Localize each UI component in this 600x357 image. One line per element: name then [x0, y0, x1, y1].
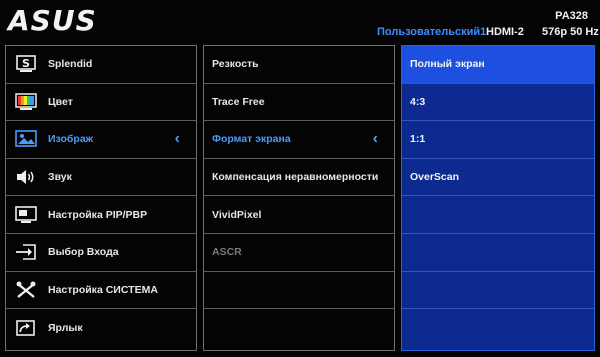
- image-icon: [15, 130, 37, 148]
- menu-item-sound[interactable]: Звук: [6, 159, 196, 197]
- menu-item-input-select[interactable]: Выбор Входа: [6, 234, 196, 272]
- option-empty-row: [402, 272, 594, 310]
- image-submenu: Резкость Trace Free Формат экрана ‹ Комп…: [203, 45, 395, 351]
- submenu-item-sharpness[interactable]: Резкость: [204, 46, 394, 84]
- submenu-item-label: Резкость: [212, 58, 259, 71]
- color-profile-label: Пользовательский1: [377, 26, 487, 38]
- option-label: OverScan: [410, 171, 460, 184]
- submenu-empty-row: [204, 272, 394, 310]
- option-empty-row: [402, 196, 594, 234]
- menu-item-color[interactable]: Цвет: [6, 84, 196, 122]
- main-menu: S Splendid Цвет Изображ ‹ Звук Настройка…: [5, 45, 197, 351]
- submenu-item-aspect-ratio[interactable]: Формат экрана ‹: [204, 121, 394, 159]
- option-label: 1:1: [410, 133, 426, 146]
- monitor-model: PA328: [555, 10, 588, 22]
- submenu-item-label: Формат экрана: [212, 133, 291, 146]
- aspect-ratio-options: Полный экран 4:3 1:1 OverScan: [401, 45, 595, 351]
- svg-text:S: S: [22, 57, 30, 70]
- menu-item-label: Звук: [48, 171, 72, 184]
- pip-monitor-icon: [15, 205, 37, 224]
- splendid-s-icon: S: [15, 55, 37, 73]
- submenu-item-trace-free[interactable]: Trace Free: [204, 84, 394, 122]
- submenu-item-label: Trace Free: [212, 95, 265, 108]
- menu-item-label: Настройка СИСТЕМА: [48, 283, 158, 296]
- option-full-screen[interactable]: Полный экран: [402, 46, 594, 84]
- menu-item-label: Изображ: [48, 133, 94, 146]
- osd-menu: ASUS PA328 Пользовательский1 HDMI-2 576p…: [0, 0, 600, 357]
- color-bars-icon: [15, 93, 37, 111]
- asus-logo: ASUS: [8, 4, 97, 37]
- menu-item-label: Выбор Входа: [48, 246, 119, 259]
- menu-item-label: Цвет: [48, 95, 73, 108]
- menu-item-pip-pbp[interactable]: Настройка PIP/PBP: [6, 196, 196, 234]
- menu-item-label: Ярлык: [48, 321, 83, 334]
- menu-item-splendid[interactable]: S Splendid: [6, 46, 196, 84]
- submenu-empty-row: [204, 309, 394, 347]
- submenu-item-label: Компенсация неравномерности: [212, 171, 379, 184]
- input-source-label: HDMI-2: [486, 26, 524, 38]
- tools-icon: [15, 281, 37, 299]
- resolution-label: 576p 50 Hz: [542, 26, 599, 38]
- menu-item-system-setup[interactable]: Настройка СИСТЕМА: [6, 272, 196, 310]
- submenu-item-uniformity-compensation[interactable]: Компенсация неравномерности: [204, 159, 394, 197]
- speaker-icon: [15, 168, 37, 186]
- menu-item-shortcut[interactable]: Ярлык: [6, 309, 196, 347]
- menu-item-label: Настройка PIP/PBP: [48, 208, 148, 221]
- input-select-icon: [15, 243, 37, 261]
- submenu-item-label: VividPixel: [212, 208, 262, 221]
- option-overscan[interactable]: OverScan: [402, 159, 594, 197]
- chevron-left-icon: ‹: [372, 130, 378, 148]
- menu-item-label: Splendid: [48, 58, 93, 71]
- option-empty-row: [402, 234, 594, 272]
- option-label: Полный экран: [410, 58, 485, 71]
- option-empty-row: [402, 309, 594, 347]
- shortcut-icon: [15, 319, 37, 337]
- option-4-3[interactable]: 4:3: [402, 84, 594, 122]
- submenu-item-vividpixel[interactable]: VividPixel: [204, 196, 394, 234]
- menu-item-image[interactable]: Изображ ‹: [6, 121, 196, 159]
- chevron-left-icon: ‹: [174, 130, 180, 148]
- option-1-1[interactable]: 1:1: [402, 121, 594, 159]
- option-label: 4:3: [410, 95, 426, 108]
- submenu-item-ascr: ASCR: [204, 234, 394, 272]
- submenu-item-label: ASCR: [212, 246, 242, 259]
